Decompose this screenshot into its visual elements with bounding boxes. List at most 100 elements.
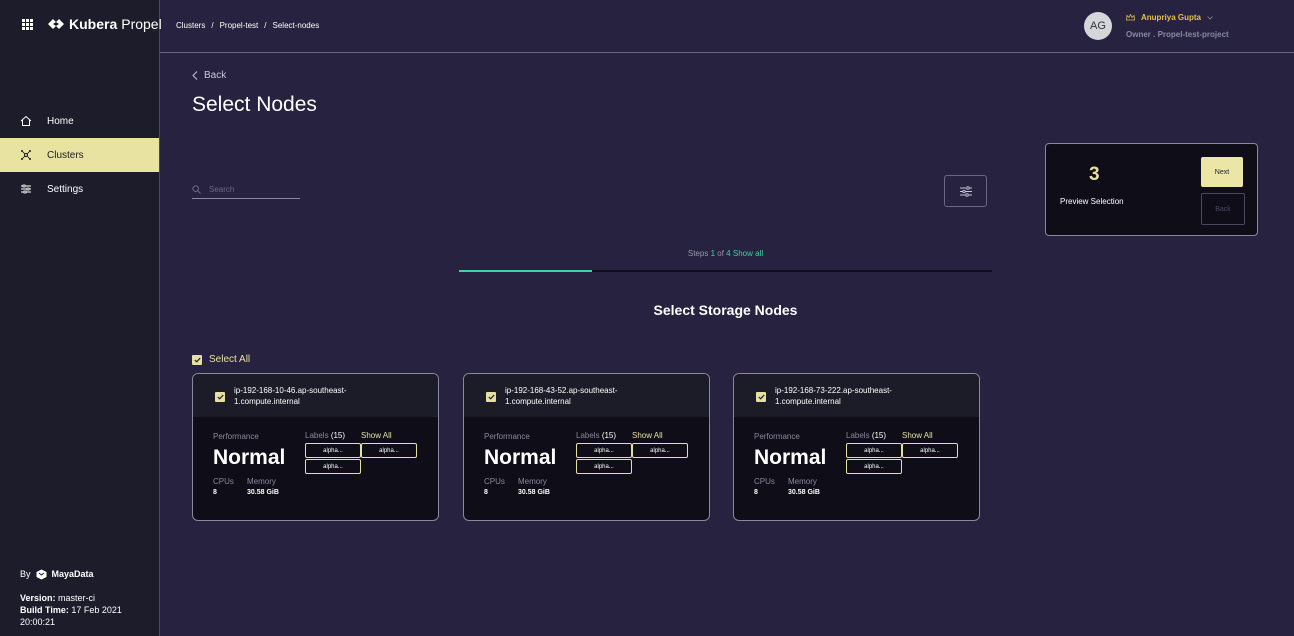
performance-value: Normal	[484, 446, 557, 469]
label-chip[interactable]: alpha...	[846, 459, 902, 474]
labels-count: (15)	[601, 431, 617, 440]
labels-header: Labels (15)	[846, 431, 886, 440]
user-menu[interactable]: Anupriya Gupta Owner . Propel-test-proje…	[1126, 13, 1229, 39]
breadcrumb-clusters[interactable]: Clusters	[176, 21, 205, 30]
top-bar: Clusters / Propel-test / Select-nodes AG…	[160, 0, 1294, 53]
company-name: MayaData	[51, 569, 94, 579]
checkbox-checked[interactable]	[192, 354, 202, 365]
labels-label: Labels	[305, 431, 329, 440]
performance-label: Performance	[484, 432, 530, 441]
breadcrumb-separator: /	[264, 21, 267, 30]
label-chip[interactable]: alpha...	[305, 459, 361, 474]
next-button[interactable]: Next	[1201, 157, 1243, 187]
chevron-left-icon	[192, 71, 198, 80]
back-label: Back	[204, 70, 227, 81]
select-all-label: Select All	[209, 354, 251, 365]
steps-of: of	[717, 249, 724, 258]
brand: Kubera Propel	[22, 16, 162, 32]
label-chip[interactable]: alpha...	[902, 443, 958, 458]
sidebar-item-label: Clusters	[47, 149, 84, 161]
version-label: Version:	[20, 593, 56, 603]
label-chip[interactable]: alpha...	[632, 443, 688, 458]
sidebar-footer: By MayaData Version: master-ci Build Tim…	[20, 568, 159, 628]
kubera-logo-icon	[48, 19, 64, 29]
node-checkbox[interactable]	[756, 392, 766, 402]
node-card-header: ip-192-168-43-52.ap-southeast-1.compute.…	[464, 374, 709, 417]
search-box[interactable]	[192, 181, 300, 199]
page-title: Select Nodes	[192, 93, 317, 116]
steps-total: 4	[726, 249, 731, 258]
node-checkbox[interactable]	[215, 392, 225, 402]
cpus-label: CPUs	[484, 477, 505, 486]
steps-indicator: Steps 1 of 4 Show all	[459, 249, 992, 258]
clusters-icon	[21, 150, 31, 160]
crown-icon	[1126, 14, 1135, 21]
node-card[interactable]: ip-192-168-10-46.ap-southeast-1.compute.…	[192, 373, 439, 521]
node-card[interactable]: ip-192-168-73-222.ap-southeast-1.compute…	[733, 373, 980, 521]
user-name: Anupriya Gupta	[1141, 13, 1202, 22]
cpus-value: 8	[754, 489, 758, 496]
show-all-labels-link[interactable]: Show All	[902, 431, 933, 440]
main-content: Back Select Nodes 3 Preview Selection Ne…	[160, 53, 1294, 636]
mayadata-logo-icon	[36, 569, 47, 579]
memory-label: Memory	[788, 477, 817, 486]
sidebar-nav: Home Clusters Settings	[0, 104, 159, 206]
checkmark-icon	[216, 394, 224, 400]
steps-show-all-link[interactable]: Show all	[733, 249, 763, 258]
labels-header: Labels (15)	[305, 431, 345, 440]
sidebar-item-settings[interactable]: Settings	[0, 172, 159, 206]
powered-by: By MayaData	[20, 568, 159, 580]
back-button[interactable]: Back	[1201, 193, 1245, 225]
preview-selection-panel: 3 Preview Selection Next Back	[1045, 143, 1258, 236]
sidebar-item-label: Home	[47, 115, 74, 127]
select-all-checkbox[interactable]: Select All	[192, 354, 250, 365]
node-checkbox[interactable]	[486, 392, 496, 402]
version-value: master-ci	[58, 593, 96, 603]
sidebar-item-label: Settings	[47, 183, 84, 195]
node-card-header: ip-192-168-10-46.ap-southeast-1.compute.…	[193, 374, 438, 417]
cpus-value: 8	[484, 489, 488, 496]
show-all-labels-link[interactable]: Show All	[361, 431, 392, 440]
avatar[interactable]: AG	[1084, 12, 1112, 40]
filter-button[interactable]	[944, 175, 987, 207]
settings-sliders-icon	[21, 184, 31, 194]
node-name: ip-192-168-73-222.ap-southeast-1.compute…	[775, 386, 892, 406]
performance-label: Performance	[754, 432, 800, 441]
sidebar-item-home[interactable]: Home	[0, 104, 159, 138]
checkmark-icon	[487, 394, 495, 400]
labels-count: (15)	[330, 431, 346, 440]
node-card-header: ip-192-168-73-222.ap-southeast-1.compute…	[734, 374, 979, 417]
home-icon	[20, 115, 32, 126]
search-input[interactable]	[207, 184, 291, 195]
label-chip[interactable]: alpha...	[576, 443, 632, 458]
chevron-down-icon[interactable]	[1207, 15, 1213, 20]
node-card[interactable]: ip-192-168-43-52.ap-southeast-1.compute.…	[463, 373, 710, 521]
steps-prefix: Steps	[687, 249, 709, 258]
breadcrumb-separator: /	[211, 21, 214, 30]
breadcrumb-cluster[interactable]: Propel-test	[220, 21, 259, 30]
back-link[interactable]: Back	[192, 70, 226, 81]
user-role: Owner . Propel-test-project	[1126, 30, 1229, 39]
sidebar-item-clusters[interactable]: Clusters	[0, 138, 159, 172]
preview-selection-label: Preview Selection	[1060, 197, 1124, 206]
breadcrumb-current: Select-nodes	[272, 21, 320, 30]
by-label: By	[20, 569, 31, 579]
user-name-row[interactable]: Anupriya Gupta	[1126, 13, 1229, 22]
label-chip[interactable]: alpha...	[846, 443, 902, 458]
cpus-label: CPUs	[754, 477, 775, 486]
show-all-labels-link[interactable]: Show All	[632, 431, 663, 440]
memory-label: Memory	[518, 477, 547, 486]
performance-value: Normal	[754, 446, 827, 469]
cpus-value: 8	[213, 489, 217, 496]
sidebar: Kubera Propel Home Clusters Settings By M…	[0, 0, 162, 636]
version-line: Version: master-ci	[20, 592, 159, 604]
label-chip[interactable]: alpha...	[576, 459, 632, 474]
kubera-logo[interactable]: Kubera Propel	[47, 16, 162, 32]
memory-value: 30.58 GiB	[247, 489, 279, 496]
label-chip[interactable]: alpha...	[361, 443, 417, 458]
memory-value: 30.58 GiB	[518, 489, 550, 496]
label-chip[interactable]: alpha...	[305, 443, 361, 458]
steps-progress-bar	[459, 270, 992, 272]
steps-progress-fill	[459, 270, 593, 272]
app-grid-icon[interactable]	[22, 18, 33, 30]
